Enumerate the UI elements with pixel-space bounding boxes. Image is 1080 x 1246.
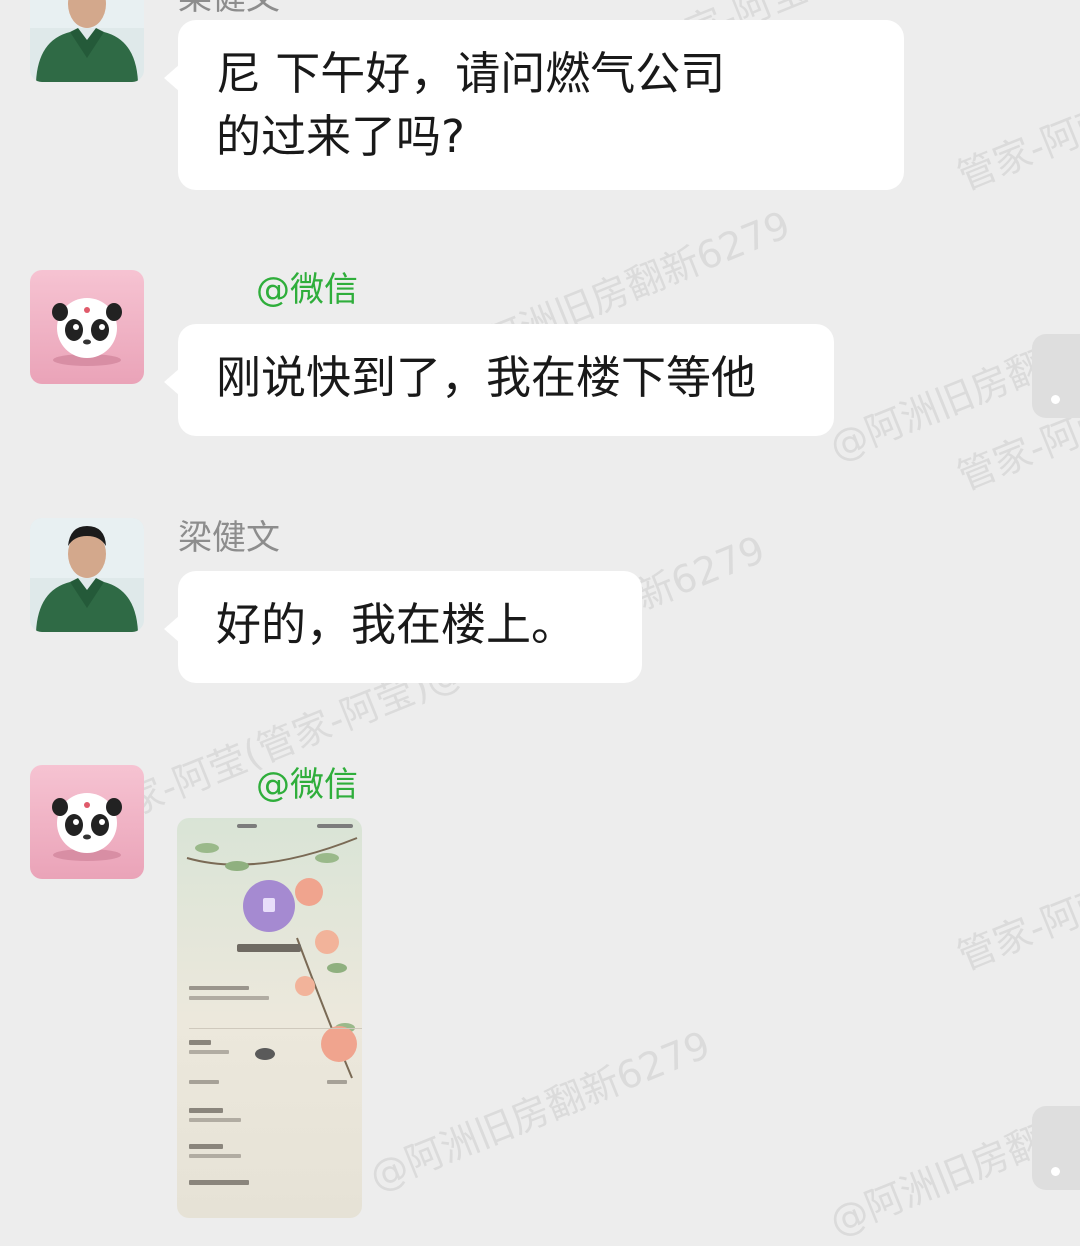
panda-toy-icon	[30, 765, 144, 879]
person-in-green-jacket-icon	[30, 518, 144, 632]
message-text: 尼 下午好，请问燃气公司	[216, 47, 726, 100]
wechat-tag: @微信	[256, 765, 358, 805]
image-message[interactable]	[177, 818, 362, 1218]
sender-name: 梁健文	[178, 518, 280, 558]
message-bubble[interactable]: 尼 下午好，请问燃气公司 的过来了吗?	[164, 20, 904, 190]
watermark: @阿洲旧房翻新6279	[363, 1022, 717, 1200]
message-bubble[interactable]: 好的，我在楼上。	[164, 571, 642, 683]
avatar[interactable]	[30, 518, 144, 632]
panda-toy-icon	[30, 270, 144, 384]
message-text: 好的，我在楼上。	[216, 598, 577, 651]
watermark: 管家-阿莹	[951, 96, 1080, 200]
scroll-nub[interactable]	[1032, 1106, 1080, 1190]
message-text: 刚说快到了，我在楼下等他	[216, 351, 757, 404]
watermark: 管家-阿莹	[951, 876, 1080, 980]
chat-area[interactable]: 管家-阿莹 管家-阿莹 @阿洲旧房翻新6279 @阿洲旧房翻新6279 管家-阿…	[0, 0, 1080, 1244]
sender-name: 梁健文	[178, 0, 280, 18]
sender-name: @微信	[178, 765, 358, 805]
phone-screenshot-contact-card-icon	[177, 818, 362, 1218]
message-bubble[interactable]: 刚说快到了，我在楼下等他	[164, 324, 834, 436]
avatar[interactable]	[30, 270, 144, 384]
person-in-green-jacket-icon	[30, 0, 144, 82]
scroll-nub[interactable]	[1032, 334, 1080, 418]
avatar[interactable]	[30, 0, 144, 82]
sender-name: @微信	[178, 270, 358, 310]
avatar[interactable]	[30, 765, 144, 879]
wechat-tag: @微信	[256, 270, 358, 310]
message-text: 的过来了吗?	[216, 110, 465, 163]
